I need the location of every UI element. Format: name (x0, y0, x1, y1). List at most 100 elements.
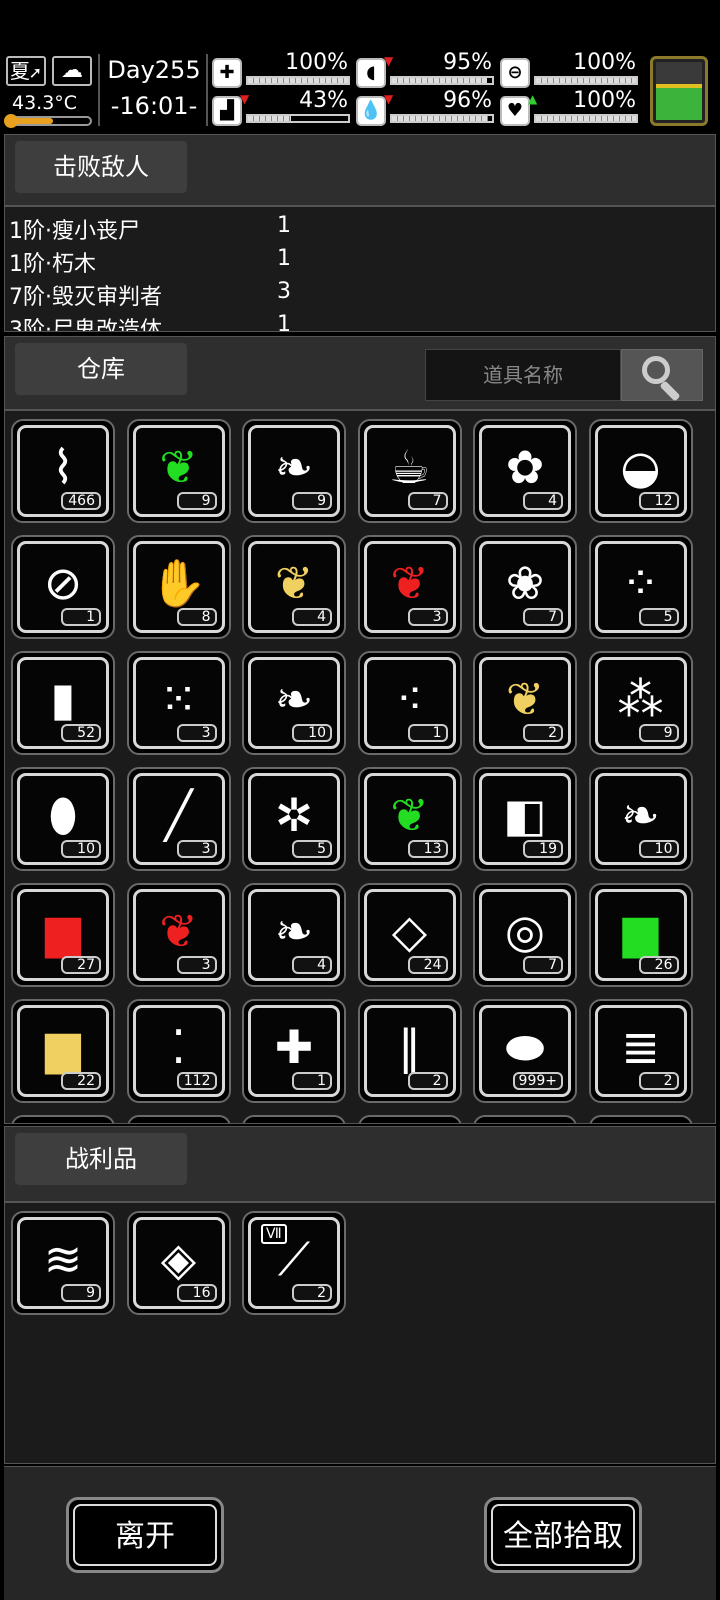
item-slot[interactable]: ◒ 12 (588, 419, 693, 523)
item-slot[interactable]: ✋ 8 (126, 535, 231, 639)
item-slot-frame: ❧ 9 (248, 425, 340, 517)
item-slot[interactable]: ❦ 4 (242, 535, 346, 639)
stat-bar-fill (392, 78, 487, 83)
enemy-count: 1 (277, 312, 291, 332)
item-slot-partial[interactable] (588, 1115, 693, 1123)
item-slot-partial[interactable] (357, 1115, 462, 1123)
item-slot[interactable]: ◧ 19 (473, 767, 577, 871)
search-input[interactable]: 道具名称 (425, 349, 621, 401)
search-button[interactable] (621, 349, 703, 402)
item-slot[interactable]: ✿ 4 (473, 419, 577, 523)
item-quantity: 2 (523, 724, 563, 742)
item-slot-partial[interactable] (11, 1115, 115, 1123)
item-quantity: 4 (292, 608, 332, 626)
item-slot-frame: ≣ 2 (594, 1005, 687, 1097)
item-slot[interactable]: ❦ 13 (357, 767, 462, 871)
stat-value: 100% (573, 50, 636, 75)
item-slot[interactable]: ❦ 3 (126, 883, 231, 987)
item-slot[interactable]: ⁙ 3 (126, 651, 231, 755)
item-slot-frame: ❦ 2 (479, 657, 571, 749)
item-slot[interactable]: ❧ 9 (242, 419, 346, 523)
item-slot-frame: ❦ 9 (132, 425, 225, 517)
item-quantity: 1 (292, 1072, 332, 1090)
stat-armor: ⊖ 100% (500, 50, 640, 90)
item-quantity: 12 (638, 492, 679, 510)
grade-tag: Ⅶ (261, 1224, 287, 1244)
item-slot[interactable]: ❧ 4 (242, 883, 346, 987)
item-quantity: 13 (407, 840, 448, 858)
shield-icon: ⊖ (500, 58, 530, 88)
item-slot[interactable]: ☕ 7 (357, 419, 462, 523)
enemy-name: 3阶·尸鬼改造体 (9, 318, 162, 332)
item-slot[interactable]: ✲ 5 (242, 767, 346, 871)
day-counter: Day255 (107, 56, 201, 84)
item-slot[interactable]: ▆ 26 (588, 883, 693, 987)
item-slot[interactable]: ▆ 27 (11, 883, 115, 987)
item-slot[interactable]: ⁂ 9 (588, 651, 693, 755)
item-quantity: 10 (638, 840, 679, 858)
enemy-row: 7阶·毁灭审判者 3 (9, 279, 309, 312)
stat-value: 100% (573, 88, 636, 113)
item-slot[interactable]: ◇ 24 (357, 883, 462, 987)
item-quantity: 4 (523, 492, 563, 510)
item-slot[interactable]: ╱ 3 (126, 767, 231, 871)
enemy-row: 3阶·尸鬼改造体 1 (9, 312, 309, 332)
stat-bar-fill (248, 78, 348, 83)
item-quantity: 22 (61, 1072, 101, 1090)
item-slot[interactable]: ⌇ 466 (11, 419, 115, 523)
warehouse-grid[interactable]: ⌇ 466 ❦ 9 ❧ 9 ☕ 7 ✿ 4 ◒ 12 ⊘ 1 ✋ 8 ❦ 4 ❦ 3 ❀ 7 ⁘ 5 ▮ 52 ⁙ 3 ❧ 10 ⁖ 1 ❦ 2 ⁂… (4, 410, 716, 1124)
item-slot-frame: ❦ 3 (132, 889, 225, 981)
item-quantity: 9 (176, 492, 217, 510)
loot-grid[interactable]: ≋ 9 ◈ 16 ⟋ Ⅶ 2 (4, 1202, 716, 1464)
item-slot[interactable]: ≋ 9 (11, 1211, 115, 1315)
stat-value: 95% (443, 50, 492, 75)
item-slot[interactable]: ⊘ 1 (11, 535, 115, 639)
item-slot[interactable]: ❦ 3 (357, 535, 462, 639)
item-slot[interactable]: ⬬ 999+ (473, 999, 577, 1103)
battery-line (656, 83, 702, 88)
search-icon (642, 356, 670, 384)
item-slot-frame: ◇ 24 (363, 889, 456, 981)
item-quantity: 3 (176, 724, 217, 742)
item-slot[interactable]: ⟋ Ⅶ 2 (242, 1211, 346, 1315)
leave-button[interactable]: 离开 (66, 1497, 224, 1573)
item-slot[interactable]: ‖ 2 (357, 999, 462, 1103)
item-slot-partial[interactable] (126, 1115, 231, 1123)
item-slot[interactable]: ✚ 1 (242, 999, 346, 1103)
item-slot[interactable]: ⁘ 5 (588, 535, 693, 639)
item-slot-frame: ▆ 27 (17, 889, 109, 981)
item-slot[interactable]: ⁚ 112 (126, 999, 231, 1103)
item-quantity: 9 (61, 1284, 101, 1302)
stomach-icon: ◖ (356, 58, 386, 88)
enemy-name: 1阶·朽木 (9, 252, 96, 277)
item-slot[interactable]: ⬮ 10 (11, 767, 115, 871)
item-slot-frame: ◈ 16 (132, 1217, 225, 1309)
loot-title: 战利品 (15, 1133, 187, 1185)
item-quantity: 10 (292, 724, 332, 742)
item-slot[interactable]: ≣ 2 (588, 999, 693, 1103)
item-slot[interactable]: ❀ 7 (473, 535, 577, 639)
item-slot[interactable]: ❦ 2 (473, 651, 577, 755)
item-slot-frame: ⁘ 5 (594, 541, 687, 633)
item-slot-partial[interactable] (473, 1115, 577, 1123)
item-slot[interactable]: ❧ 10 (588, 767, 693, 871)
item-slot[interactable]: ◈ 16 (126, 1211, 231, 1315)
enemies-list[interactable]: 1阶·瘦小丧尸 1 1阶·朽木 1 7阶·毁灭审判者 3 3阶·尸鬼改造体 1 (4, 206, 716, 332)
stat-bar (390, 76, 494, 85)
item-slot[interactable]: ⁖ 1 (357, 651, 462, 755)
item-slot-frame: ❦ 3 (363, 541, 456, 633)
item-quantity: 5 (638, 608, 679, 626)
pick-all-button[interactable]: 全部拾取 (484, 1497, 642, 1573)
item-slot-frame: ⁂ 9 (594, 657, 687, 749)
item-slot[interactable]: ❧ 10 (242, 651, 346, 755)
pick-all-button-label: 全部拾取 (491, 1504, 635, 1566)
item-slot-partial[interactable] (242, 1115, 346, 1123)
item-slot[interactable]: ❦ 9 (126, 419, 231, 523)
item-slot-frame: ‖ 2 (363, 1005, 456, 1097)
item-slot[interactable]: ▮ 52 (11, 651, 115, 755)
item-slot-frame: ❧ 10 (594, 773, 687, 865)
item-slot[interactable]: ▆ 22 (11, 999, 115, 1103)
item-slot[interactable]: ◎ 7 (473, 883, 577, 987)
cloud-icon: ☁ (52, 56, 92, 86)
stat-thirst: 💧 ▼ 96% (356, 88, 496, 128)
